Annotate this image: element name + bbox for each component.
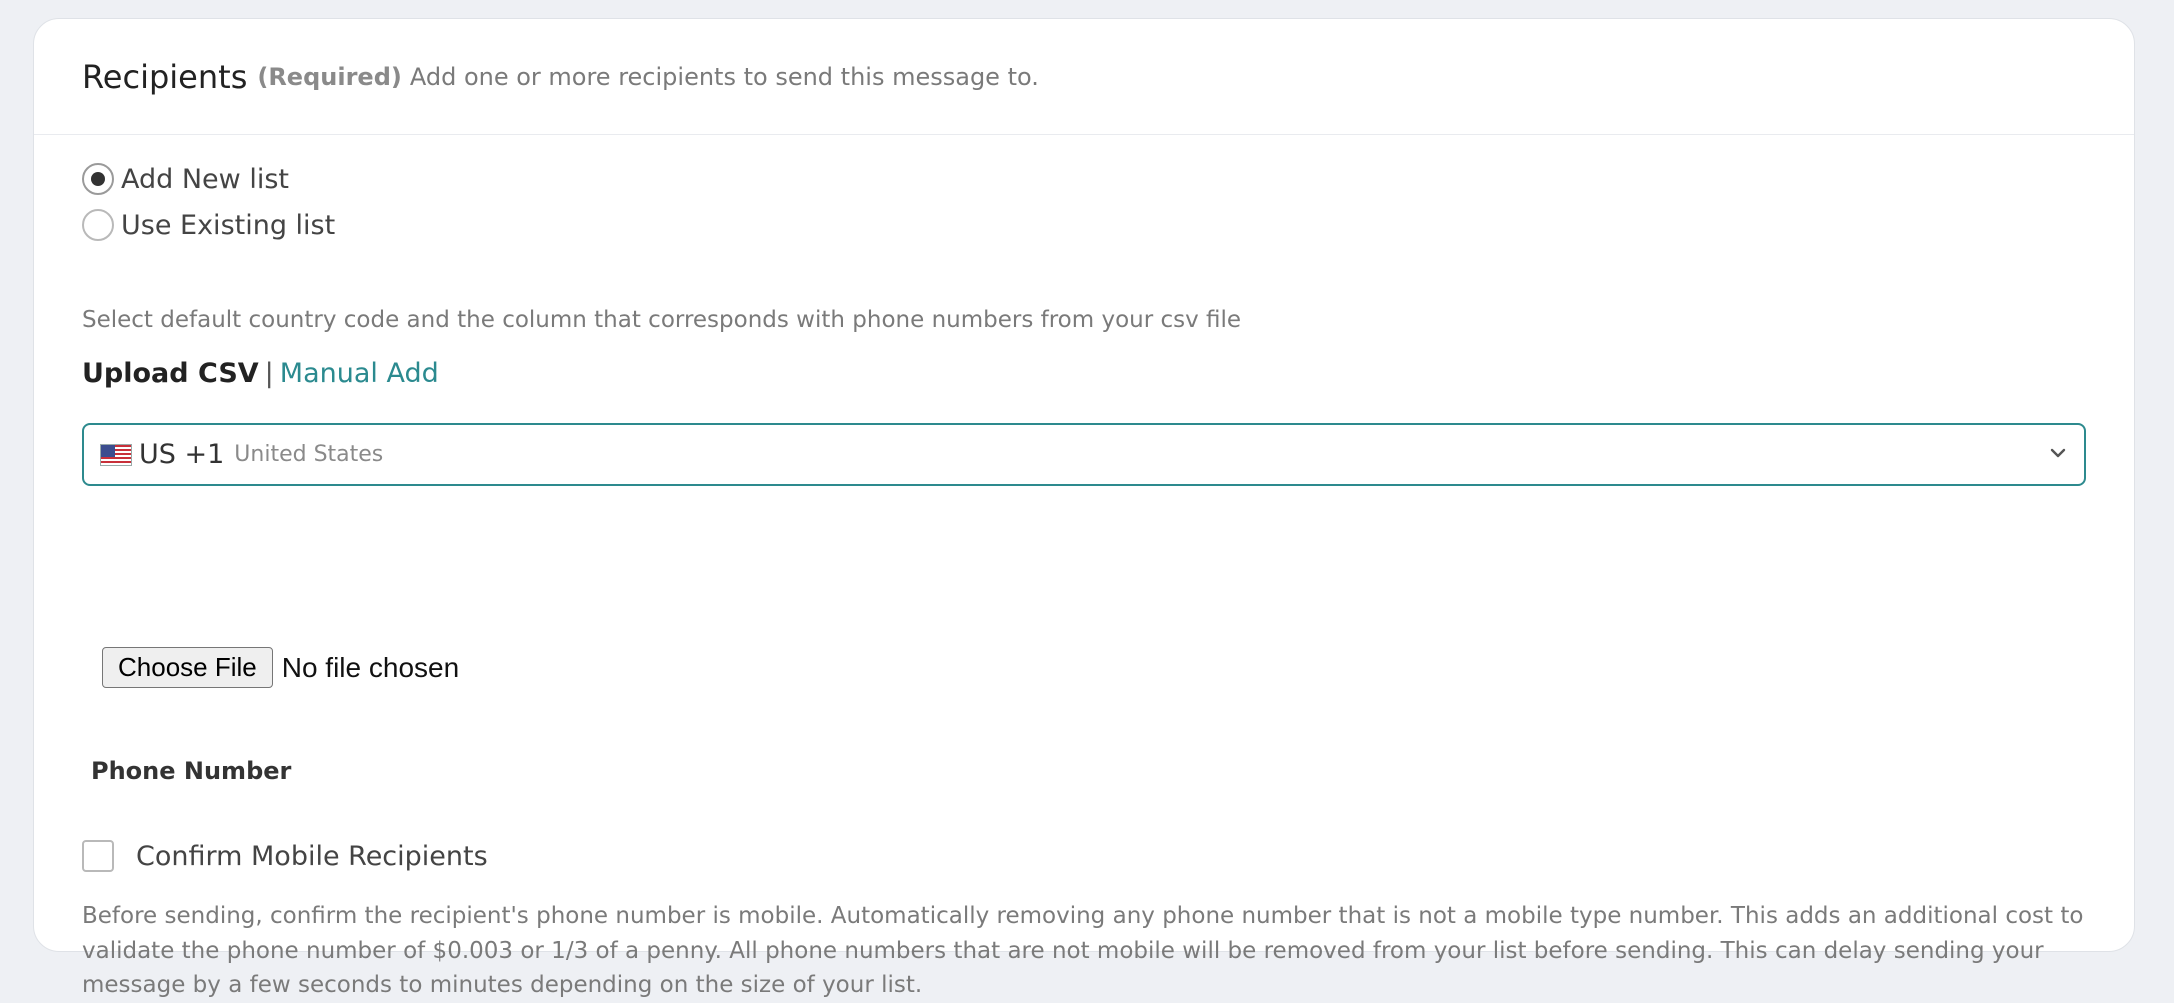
confirm-mobile-label: Confirm Mobile Recipients [136, 840, 488, 872]
country-code-value: US +1 [139, 439, 225, 470]
us-flag-icon [100, 443, 132, 466]
chevron-down-icon [2050, 448, 2066, 458]
choose-file-button[interactable]: Choose File [102, 647, 273, 688]
radio-use-existing-list[interactable]: Use Existing list [82, 202, 335, 248]
confirm-mobile-checkbox[interactable] [82, 840, 114, 872]
confirm-mobile-recipients-option[interactable]: Confirm Mobile Recipients [82, 840, 488, 872]
file-status: No file chosen [281, 651, 460, 683]
recipient-mode-switch: Upload CSV | Manual Add [82, 358, 439, 389]
upload-csv-label: Upload CSV [82, 358, 259, 389]
card-title: Recipients [82, 57, 248, 96]
country-code-select[interactable]: US +1 United States [82, 423, 2086, 486]
phone-number-column-label: Phone Number [91, 757, 292, 785]
radio-label: Add New list [121, 163, 289, 195]
country-name: United States [234, 442, 384, 467]
file-upload: Choose File No file chosen [102, 647, 459, 688]
recipients-card: Recipients (Required) Add one or more re… [33, 18, 2135, 998]
list-source-group: Add New list Use Existing list [82, 156, 335, 248]
country-column-hint: Select default country code and the colu… [82, 307, 1242, 333]
manual-add-link[interactable]: Manual Add [280, 358, 439, 389]
mode-separator: | [264, 358, 274, 389]
confirm-mobile-help-text: Before sending, confirm the recipient's … [82, 903, 2084, 998]
radio-dot [91, 172, 105, 186]
radio-button[interactable] [82, 209, 114, 241]
radio-add-new-list[interactable]: Add New list [82, 156, 335, 202]
radio-button-selected[interactable] [82, 163, 114, 195]
radio-label: Use Existing list [121, 209, 336, 241]
card-subtitle: Add one or more recipients to send this … [409, 62, 1039, 91]
card-header: Recipients (Required) Add one or more re… [34, 19, 2134, 135]
required-tag: (Required) [257, 62, 402, 91]
